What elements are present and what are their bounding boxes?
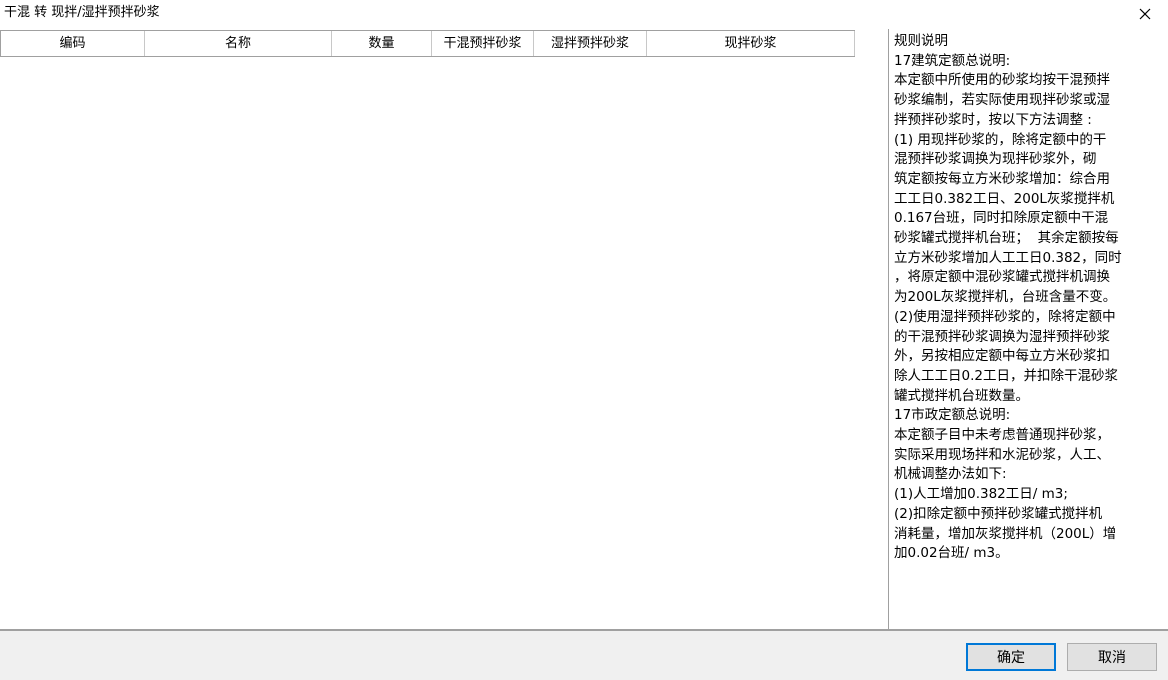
rules-line: 本定额中所使用的砂浆均按干混预拌 xyxy=(894,72,1110,89)
rules-line: 立方米砂浆增加人工工日0.382，同时 xyxy=(894,249,1122,266)
rules-line: 17建筑定额总说明: xyxy=(894,52,1011,69)
rules-line: 加0.02台班/ m3。 xyxy=(894,545,1009,562)
cancel-button[interactable]: 取消 xyxy=(1067,643,1157,671)
rules-line: (1) 用现拌砂浆的，除将定额中的干 xyxy=(894,131,1107,148)
rules-line: 机械调整办法如下: xyxy=(894,466,1007,483)
column-header-site-mix-mortar[interactable]: 现拌砂浆 xyxy=(647,31,855,56)
ok-button[interactable]: 确定 xyxy=(966,643,1056,671)
grid-header: 编码 名称 数量 干混预拌砂浆 湿拌预拌砂浆 现拌砂浆 xyxy=(0,30,855,57)
rules-line: 17市政定额总说明: xyxy=(894,407,1011,424)
column-header-wet-mix-mortar[interactable]: 湿拌预拌砂浆 xyxy=(534,31,647,56)
rules-line: 筑定额按每立方米砂浆增加：综合用 xyxy=(894,170,1110,187)
column-header-name[interactable]: 名称 xyxy=(145,31,332,56)
rules-line: 为200L灰浆搅拌机，台班含量不变。 xyxy=(894,289,1117,306)
title-bar: 干混 转 现拌/湿拌预拌砂浆 xyxy=(0,0,1168,28)
rules-line: 混预拌砂浆调换为现拌砂浆外，砌 xyxy=(894,151,1097,168)
rules-line: 的干混预拌砂浆调换为湿拌预拌砂浆 xyxy=(894,328,1110,345)
rules-line: 拌预拌砂浆时，按以下方法调整 : xyxy=(894,111,1092,128)
close-icon xyxy=(1139,8,1151,20)
rules-line: 砂浆罐式搅拌机台班； 其余定额按每 xyxy=(894,230,1119,247)
column-header-code[interactable]: 编码 xyxy=(1,31,145,56)
rules-line: 消耗量，增加灰浆搅拌机（200L）增 xyxy=(894,525,1117,542)
rules-line: 工工日0.382工日、200L灰浆搅拌机 xyxy=(894,190,1115,207)
rules-line: 砂浆编制，若实际使用现拌砂浆或湿 xyxy=(894,92,1110,109)
rules-line: 0.167台班，同时扣除原定额中干混 xyxy=(894,210,1109,227)
rules-description-panel: 规则说明 17建筑定额总说明: 本定额中所使用的砂浆均按干混预拌 砂浆编制，若实际使用… xyxy=(894,32,1166,628)
window-title: 干混 转 现拌/湿拌预拌砂浆 xyxy=(4,5,160,20)
rules-line: 实际采用现场拌和水泥砂浆，人工、 xyxy=(894,446,1110,463)
rules-line: 规则说明 xyxy=(894,33,948,49)
rules-line: 本定额子目中未考虑普通现拌砂浆， xyxy=(894,427,1110,444)
rules-line: (2)使用湿拌预拌砂浆的，除将定额中 xyxy=(894,308,1116,325)
column-header-dry-mix-mortar[interactable]: 干混预拌砂浆 xyxy=(432,31,534,56)
panel-divider[interactable] xyxy=(888,29,889,630)
conversion-grid[interactable]: 编码 名称 数量 干混预拌砂浆 湿拌预拌砂浆 现拌砂浆 xyxy=(0,29,888,629)
rules-line: (1)人工增加0.382工日/ m3; xyxy=(894,486,1068,503)
column-header-quantity[interactable]: 数量 xyxy=(332,31,432,56)
close-button[interactable] xyxy=(1122,0,1168,28)
rules-line: ，将原定额中混砂浆罐式搅拌机调换 xyxy=(894,269,1110,286)
rules-line: (2)扣除定额中预拌砂浆罐式搅拌机 xyxy=(894,505,1103,522)
rules-line: 除人工工日0.2工日，并扣除干混砂浆 xyxy=(894,367,1118,384)
rules-line: 罐式搅拌机台班数量。 xyxy=(894,387,1029,404)
dialog-footer: 确定 取消 xyxy=(0,631,1168,680)
rules-line: 外，另按相应定额中每立方米砂浆扣 xyxy=(894,348,1110,365)
